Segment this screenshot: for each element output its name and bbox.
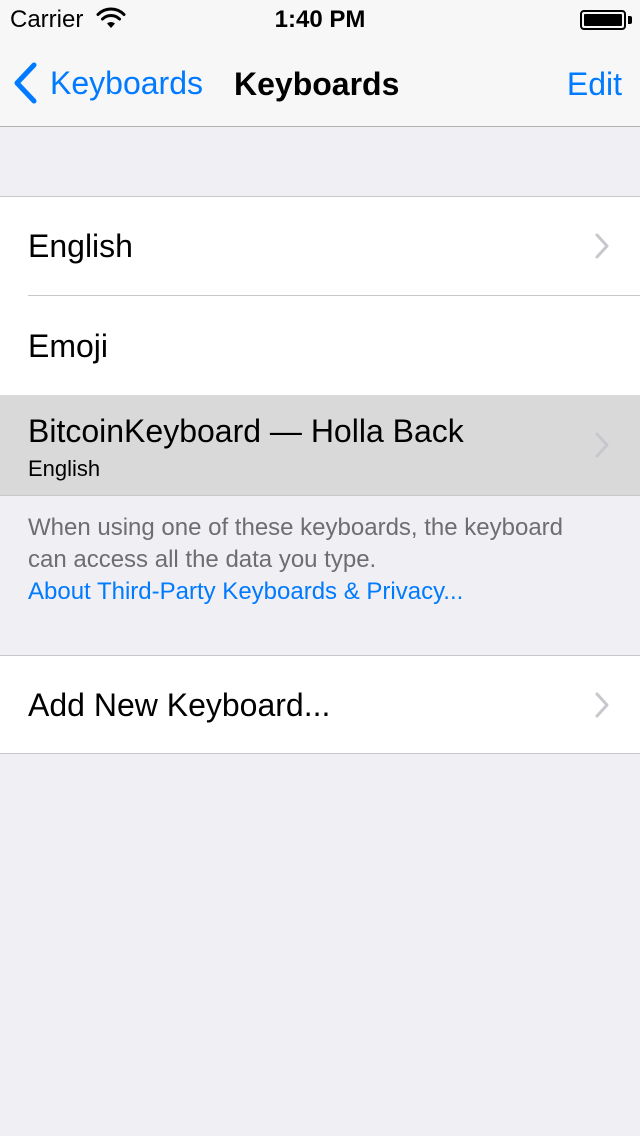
keyboards-list: English Emoji BitcoinKeyboard — Holla Ba… — [0, 196, 640, 496]
back-button-label: Keyboards — [50, 64, 203, 101]
edit-button[interactable]: Edit — [567, 66, 622, 103]
keyboard-row-bitcoinkeyboard[interactable]: BitcoinKeyboard — Holla Back English — [0, 395, 640, 495]
keyboard-row-english[interactable]: English — [0, 197, 640, 296]
page-title: Keyboards — [234, 66, 400, 102]
battery-level — [584, 14, 622, 26]
privacy-link[interactable]: About Third-Party Keyboards & Privacy... — [28, 576, 608, 608]
chevron-left-icon — [14, 62, 37, 104]
keyboard-sublabel: English — [28, 456, 101, 481]
chevron-right-icon — [595, 432, 609, 458]
battery-icon — [580, 10, 626, 30]
keyboard-row-emoji[interactable]: Emoji — [0, 296, 640, 395]
navigation-bar: Keyboards Keyboards Edit — [0, 40, 640, 127]
settings-screen: Carrier 1:40 PM Keyboards Keyboards Edit… — [0, 0, 640, 1136]
battery-tip — [628, 16, 632, 24]
back-button[interactable]: Keyboards — [12, 58, 203, 108]
status-bar: Carrier 1:40 PM — [0, 0, 640, 40]
add-keyboard-section: Add New Keyboard... — [0, 655, 640, 754]
add-keyboard-label: Add New Keyboard... — [28, 687, 331, 723]
privacy-footer: When using one of these keyboards, the k… — [28, 512, 608, 608]
chevron-right-icon — [595, 233, 609, 259]
add-new-keyboard-row[interactable]: Add New Keyboard... — [0, 656, 640, 753]
keyboard-label: English — [28, 228, 133, 264]
chevron-right-icon — [595, 692, 609, 718]
keyboard-label: Emoji — [28, 328, 109, 364]
privacy-note: When using one of these keyboards, the k… — [28, 514, 564, 573]
keyboard-label: BitcoinKeyboard — Holla Back — [28, 413, 464, 449]
clock: 1:40 PM — [274, 6, 366, 33]
